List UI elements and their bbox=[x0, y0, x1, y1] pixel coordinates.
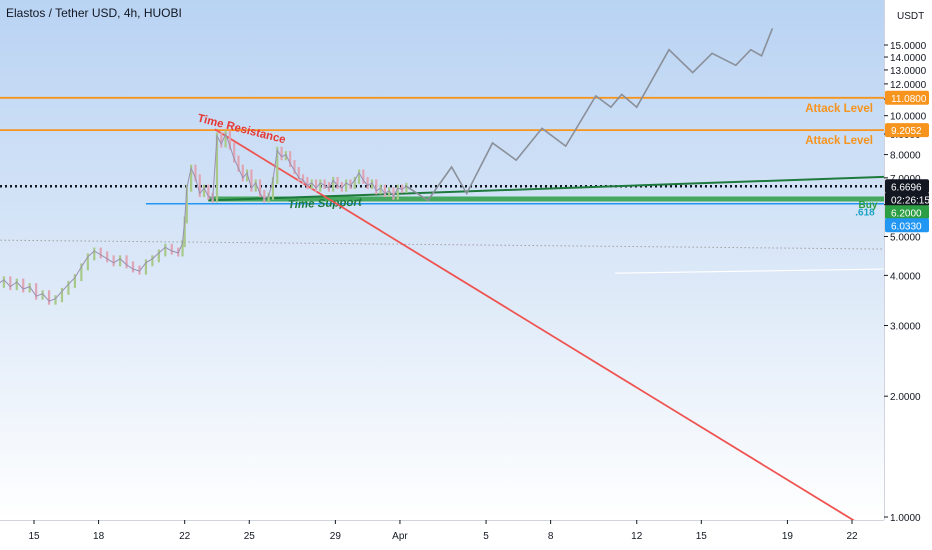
time-axis-label: 18 bbox=[93, 531, 105, 542]
price-badge-label: 02:26:15 bbox=[891, 195, 930, 206]
time-axis-background bbox=[0, 520, 884, 550]
price-axis-label: 8.0000 bbox=[890, 151, 921, 162]
price-chart[interactable]: Attack LevelAttack Level.618BuyTime Supp… bbox=[0, 0, 932, 550]
time-axis-label: 12 bbox=[631, 531, 643, 542]
time-axis-label: 5 bbox=[483, 531, 489, 542]
price-axis-label: 15.0000 bbox=[890, 41, 927, 52]
price-axis-label: 1.0000 bbox=[890, 513, 921, 524]
price-axis-label: 13.0000 bbox=[890, 66, 927, 77]
attack-level-label-2: Attack Level bbox=[805, 135, 873, 147]
time-axis-label: 25 bbox=[244, 531, 256, 542]
price-axis-label: 14.0000 bbox=[890, 53, 927, 64]
time-axis-label: 19 bbox=[782, 531, 794, 542]
time-axis-label: 22 bbox=[179, 531, 191, 542]
chart-root: Attack Level Attack Level .618 Buy Time Supp… bbox=[0, 0, 932, 550]
price-badge-label: 6.6696 bbox=[891, 182, 922, 193]
price-axis-unit: USDT bbox=[897, 11, 924, 22]
time-axis-label: 15 bbox=[28, 531, 40, 542]
buy-label: Buy bbox=[859, 200, 878, 211]
time-axis-label: 22 bbox=[846, 531, 858, 542]
price-badge-label: 11.0800 bbox=[891, 94, 927, 105]
price-badge-label: 6.2000 bbox=[891, 208, 922, 219]
time-axis-label: 8 bbox=[548, 531, 554, 542]
time-axis-label: Apr bbox=[392, 531, 408, 542]
price-axis-label: 4.0000 bbox=[890, 271, 921, 282]
price-axis-label: 3.0000 bbox=[890, 322, 921, 333]
price-badge-label: 9.2052 bbox=[891, 126, 922, 137]
price-axis-label: 2.0000 bbox=[890, 392, 921, 403]
price-axis-label: 12.0000 bbox=[890, 80, 927, 91]
price-badge-label: 6.0330 bbox=[891, 221, 922, 232]
attack-level-label-1: Attack Level bbox=[805, 103, 873, 115]
price-axis-label: 5.0000 bbox=[890, 232, 921, 243]
price-axis-label: 10.0000 bbox=[890, 112, 927, 123]
chart-title: Elastos / Tether USD, 4h, HUOBI bbox=[6, 6, 182, 20]
plot-background bbox=[0, 0, 884, 520]
time-axis-label: 29 bbox=[330, 531, 342, 542]
time-axis-label: 15 bbox=[696, 531, 708, 542]
